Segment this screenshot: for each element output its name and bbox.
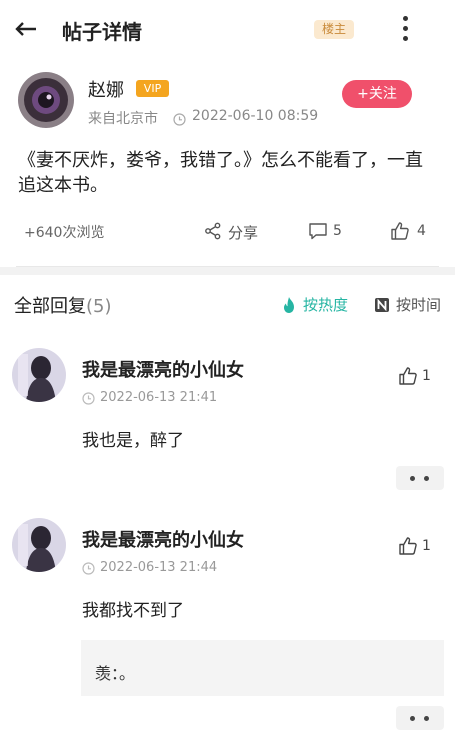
flame-icon (284, 297, 294, 313)
quoted-reply[interactable]: 羡：。 (81, 640, 444, 696)
reply-author-name[interactable]: 我是最漂亮的小仙女 (82, 356, 244, 382)
replies-count: (5) (86, 296, 112, 317)
reply-like-button[interactable]: 1 (398, 366, 431, 390)
author-avatar[interactable] (18, 72, 74, 128)
time-sort-icon (375, 298, 389, 312)
reply-author-name[interactable]: 我是最漂亮的小仙女 (82, 526, 244, 552)
reply-more-button[interactable] (396, 466, 444, 490)
quoted-reply-text: 羡：。 (95, 664, 136, 683)
reply-time-text: 2022-06-13 21:41 (100, 390, 218, 405)
page-title: 帖子详情 (62, 20, 142, 44)
clock-icon (173, 111, 186, 126)
reply-text: 我都找不到了 (82, 601, 184, 621)
reply-avatar[interactable] (12, 518, 66, 572)
reply-avatar[interactable] (12, 348, 66, 402)
reply-time-text: 2022-06-13 21:44 (100, 560, 218, 575)
reply-like-button[interactable]: 1 (398, 536, 431, 560)
post-content: 《妻不厌炸，娄爷，我错了。》怎么不能看了，一直追这本书。 (18, 150, 423, 196)
replies-title: 全部回复(5) (14, 292, 112, 318)
section-separator (0, 267, 455, 275)
clock-icon (82, 392, 95, 405)
thumbs-up-icon (399, 537, 417, 555)
reply-item: 我是最漂亮的小仙女 2022-06-13 21:41 1 我也是，醉了 (0, 348, 455, 498)
reply-like-count: 1 (422, 538, 431, 554)
share-label: 分享 (228, 224, 259, 242)
clock-icon (82, 562, 95, 575)
reply-text: 我也是，醉了 (82, 431, 184, 451)
top-bar: 帖子详情 楼主 (0, 0, 455, 58)
thumbs-up-icon (391, 222, 409, 240)
sort-time-label: 按时间 (396, 296, 442, 314)
follow-button[interactable]: +关注 (342, 80, 412, 108)
share-icon (205, 222, 221, 240)
reply-item: 我是最漂亮的小仙女 2022-06-13 21:44 1 我都找不到了 羡：。 (0, 518, 455, 738)
comment-count: 5 (333, 223, 342, 239)
sort-hot-label: 按热度 (303, 296, 349, 314)
more-vertical-icon[interactable] (397, 13, 413, 45)
like-count: 4 (417, 223, 426, 239)
author-location: 来自北京市 (88, 111, 158, 127)
post-stats-bar: +640次浏览 分享 5 4 (0, 214, 455, 250)
comment-icon (309, 223, 327, 240)
reply-more-button[interactable] (396, 706, 444, 730)
reply-like-count: 1 (422, 368, 431, 384)
back-arrow-icon[interactable] (14, 16, 40, 42)
view-count: +640次浏览 (24, 225, 105, 241)
thumbs-up-icon (399, 367, 417, 385)
author-name[interactable]: 赵娜 (88, 76, 124, 102)
replies-title-label: 全部回复 (14, 296, 86, 317)
owner-only-tag[interactable]: 楼主 (314, 20, 354, 39)
vip-badge: VIP (136, 80, 169, 97)
post-time: 2022-06-10 08:59 (192, 108, 319, 124)
